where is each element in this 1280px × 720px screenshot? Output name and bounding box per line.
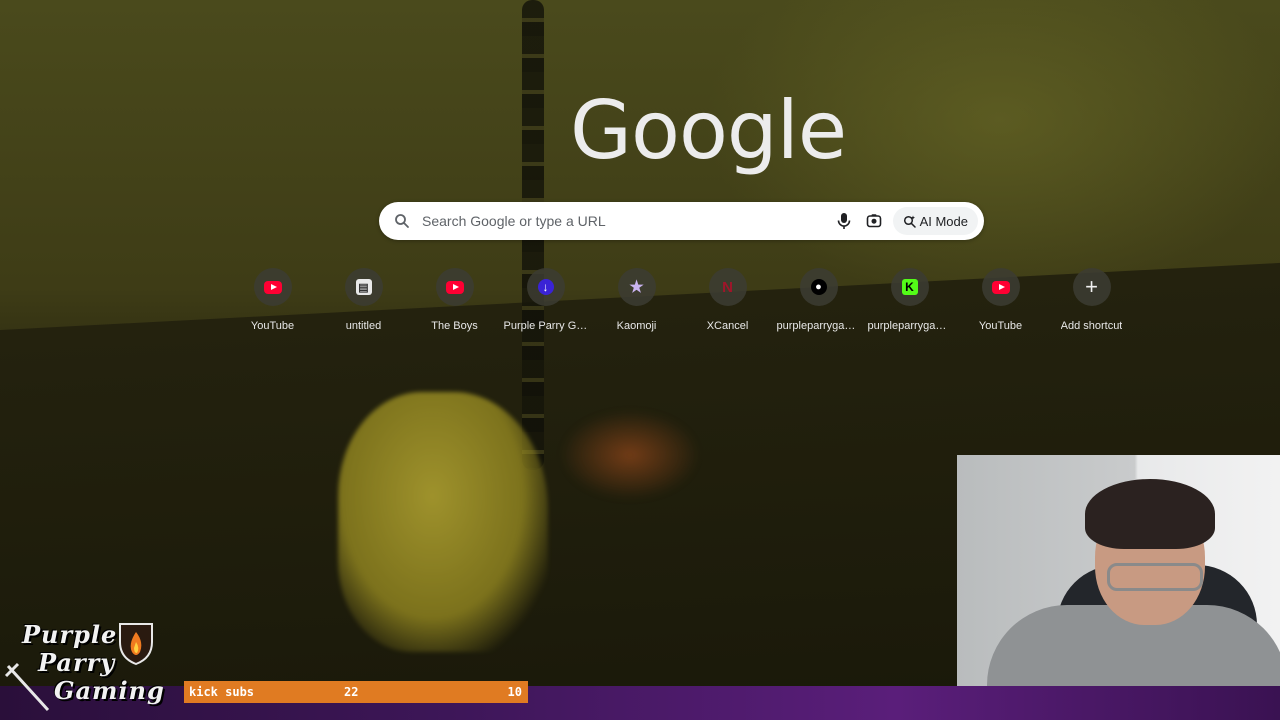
shortcut-the-boys[interactable]: The Boys xyxy=(409,268,500,338)
voice-search-button[interactable] xyxy=(829,206,859,236)
brand-line-2: Parry xyxy=(38,648,116,677)
shortcut-label: The Boys xyxy=(431,320,478,332)
search-icon xyxy=(394,213,410,229)
shortcut-purple-parry[interactable]: ↓ Purple Parry Ga... xyxy=(500,268,591,338)
background-figure xyxy=(338,392,548,652)
shortcut-label: purpleparrygam... xyxy=(867,320,952,332)
youtube-icon xyxy=(263,280,282,294)
microphone-icon xyxy=(837,213,850,229)
shortcut-label: XCancel xyxy=(706,320,749,332)
subs-goal: 10 xyxy=(507,685,522,699)
netflix-n-icon: N xyxy=(722,278,733,296)
brand-line-3: Gaming xyxy=(54,676,165,705)
youtube-icon xyxy=(991,280,1010,294)
ai-mode-label: AI Mode xyxy=(919,213,968,229)
shortcut-label: untitled xyxy=(345,320,382,332)
youtube-icon xyxy=(445,280,464,294)
shortcut-label: YouTube xyxy=(978,320,1023,332)
shortcut-kaomoji[interactable]: ★ Kaomoji xyxy=(591,268,682,338)
webcam-person-hair xyxy=(1085,479,1215,549)
kick-icon: K xyxy=(901,279,918,295)
kick-subs-goal-bar: kick subs 22 10 xyxy=(184,681,528,703)
shortcut-label: Kaomoji xyxy=(616,320,657,332)
camera-lens-icon xyxy=(866,214,881,228)
star-icon: ★ xyxy=(629,279,644,296)
shortcut-kick[interactable]: K purpleparrygam... xyxy=(864,268,955,338)
shortcuts-grid: YouTube ▤ untitled The Boys ↓ Purple Par… xyxy=(227,268,1137,338)
shortcut-label: Add shortcut xyxy=(1060,320,1123,332)
google-logo: Google xyxy=(570,84,847,177)
sparkle-search-icon xyxy=(903,215,916,228)
purple-parry-icon: ↓ xyxy=(537,279,554,295)
webcam-overlay xyxy=(957,455,1280,687)
shortcut-label: Purple Parry Ga... xyxy=(503,320,588,332)
flame-shield-icon xyxy=(119,623,153,666)
shortcut-patreon[interactable]: ● purpleparrygam... xyxy=(773,268,864,338)
lens-search-button[interactable] xyxy=(859,206,889,236)
subs-label: kick subs xyxy=(189,685,255,699)
channel-logo: Purple Parry Gaming xyxy=(4,618,164,718)
background-light xyxy=(560,410,700,500)
shortcut-untitled[interactable]: ▤ untitled xyxy=(318,268,409,338)
add-shortcut-button[interactable]: + Add shortcut xyxy=(1046,268,1137,338)
webcam-person-glasses xyxy=(1107,563,1203,591)
search-input[interactable] xyxy=(420,212,829,230)
doc-icon: ▤ xyxy=(355,279,372,295)
shortcut-xcancel[interactable]: N XCancel xyxy=(682,268,773,338)
shortcut-label: purpleparrygam... xyxy=(776,320,861,332)
plus-icon: + xyxy=(1085,274,1098,299)
patreon-icon: ● xyxy=(810,279,827,295)
shortcut-youtube-2[interactable]: YouTube xyxy=(955,268,1046,338)
search-box[interactable]: AI Mode xyxy=(379,202,984,240)
ai-mode-button[interactable]: AI Mode xyxy=(892,207,978,235)
shortcut-youtube[interactable]: YouTube xyxy=(227,268,318,338)
brand-line-1: Purple xyxy=(22,620,118,649)
subs-count: 22 xyxy=(344,685,359,699)
shortcut-label: YouTube xyxy=(250,320,295,332)
